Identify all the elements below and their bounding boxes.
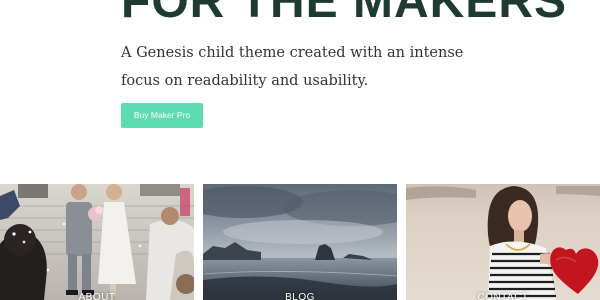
contact-tile-label: CONTACT (477, 292, 529, 300)
blog-tile[interactable]: BLOG (203, 184, 397, 300)
about-tile-label: ABOUT (78, 292, 116, 300)
hero-description: A Genesis child theme created with an in… (121, 45, 464, 89)
buy-maker-pro-button[interactable]: Buy Maker Pro (121, 103, 203, 128)
contact-tile[interactable]: CONTACT (406, 184, 600, 300)
blog-tile-label: BLOG (285, 292, 315, 300)
coastal-landscape-photo (203, 184, 397, 300)
wedding-couple-photo (0, 184, 194, 300)
woman-with-red-heart-photo (406, 184, 600, 300)
about-tile[interactable]: ABOUT (0, 184, 194, 300)
hero-title: FOR THE MAKERS (121, 0, 567, 28)
